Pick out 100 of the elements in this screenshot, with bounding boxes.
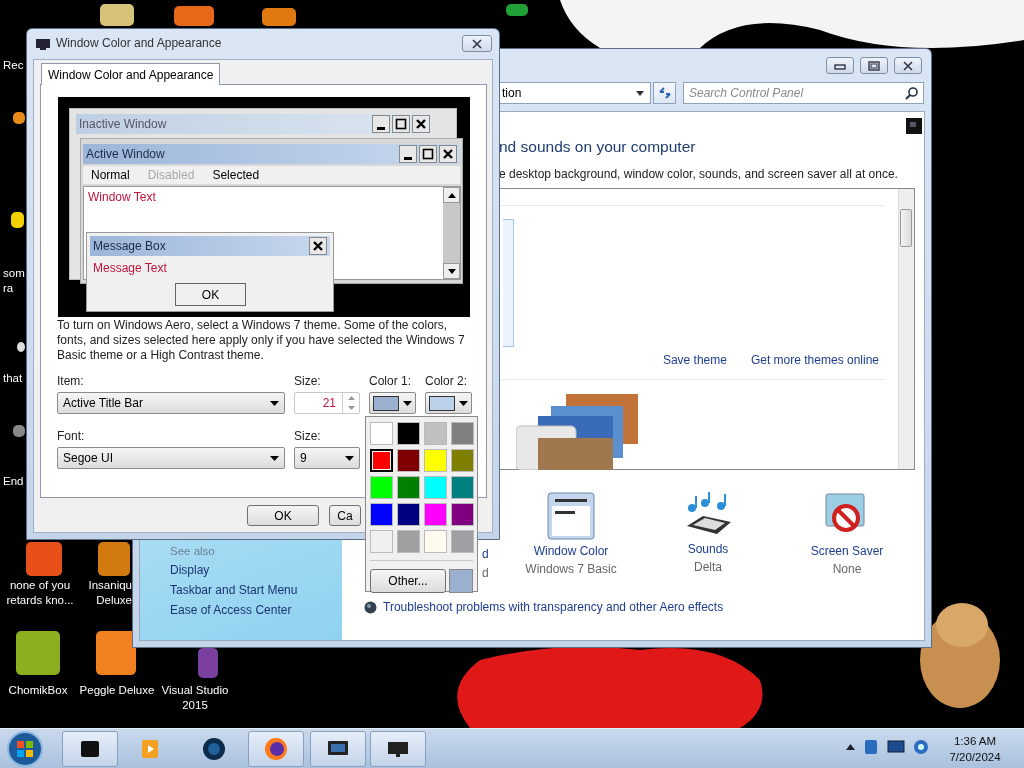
menu-item[interactable]: Normal xyxy=(91,168,130,182)
desktop-icon-label[interactable]: Rec xyxy=(3,58,24,73)
color-swatch[interactable] xyxy=(424,530,447,553)
theme-link[interactable]: Get more themes online xyxy=(750,353,879,367)
color-swatch[interactable] xyxy=(397,422,420,445)
scrollbar[interactable] xyxy=(898,189,914,469)
desktop-icon-label[interactable]: End xyxy=(3,474,24,489)
restore-button[interactable] xyxy=(860,57,888,74)
color-swatch[interactable] xyxy=(397,503,420,526)
color-swatch[interactable] xyxy=(370,449,393,472)
setting-link[interactable]: d xyxy=(482,547,489,561)
close-button[interactable] xyxy=(309,237,327,255)
color-swatch[interactable] xyxy=(424,476,447,499)
maximize-icon xyxy=(393,116,409,132)
app-icon[interactable] xyxy=(11,212,24,228)
color-swatch[interactable] xyxy=(451,530,474,553)
side-link[interactable]: Ease of Access Center xyxy=(170,603,298,617)
color-swatch[interactable] xyxy=(370,530,393,553)
ok-button[interactable]: OK xyxy=(175,283,246,306)
color-label: Color 1: xyxy=(369,373,413,390)
color-swatch[interactable] xyxy=(397,449,420,472)
app-icon xyxy=(202,737,226,761)
menu-item[interactable]: Selected xyxy=(212,168,260,182)
search-icon[interactable] xyxy=(905,86,919,100)
desktop-icon-label[interactable]: Peggle Deluxe xyxy=(77,683,157,698)
app-icon[interactable] xyxy=(17,342,25,352)
troubleshoot-link[interactable]: Troubleshoot problems with transparency and other Aero effects xyxy=(383,600,724,614)
color-swatch[interactable] xyxy=(370,422,393,445)
close-icon xyxy=(902,60,914,71)
close-button[interactable] xyxy=(439,145,457,163)
other-colors-button[interactable]: Other... xyxy=(370,569,446,593)
color-picker-button[interactable] xyxy=(369,392,416,414)
item-dropdown[interactable]: Active Title Bar xyxy=(57,392,285,414)
setting-link[interactable]: Window Color xyxy=(533,544,609,558)
caret-icon xyxy=(270,400,279,406)
maximize-button[interactable] xyxy=(392,115,410,133)
close-button[interactable] xyxy=(462,35,492,52)
minimize-button[interactable] xyxy=(399,145,417,163)
app-icon[interactable] xyxy=(13,425,25,437)
app-icon[interactable] xyxy=(13,112,25,124)
dialog-button[interactable]: Ca xyxy=(329,505,361,526)
desktop-icon-label[interactable]: Visual Studio 2015 xyxy=(155,683,235,713)
color-swatch[interactable] xyxy=(397,476,420,499)
color-swatch[interactable] xyxy=(451,422,474,445)
setting-link[interactable]: Screen Saver xyxy=(810,544,884,558)
clock-time[interactable]: 1:36 AM xyxy=(953,733,997,749)
description-text: To turn on Windows Aero, select a Windows 7 theme. Some of the colors, fonts, and sizes selected here apply only if you have selected the Windows 7 Basic theme or a High Contrast theme. xyxy=(57,318,466,363)
color-swatch[interactable] xyxy=(397,530,420,553)
see-also-heading: See also xyxy=(170,545,216,557)
size-dropdown[interactable]: 9 xyxy=(294,447,360,469)
close-icon xyxy=(471,38,483,49)
side-link[interactable]: Taskbar and Start Menu xyxy=(170,583,298,597)
color-swatch[interactable] xyxy=(424,422,447,445)
color-swatch[interactable] xyxy=(451,449,474,472)
search-field[interactable]: Search Control Panel xyxy=(683,82,924,104)
font-dropdown[interactable]: Segoe UI xyxy=(57,447,285,469)
network-icon[interactable] xyxy=(913,739,929,755)
color-swatch[interactable] xyxy=(424,503,447,526)
app-icon[interactable] xyxy=(100,4,134,26)
close-button[interactable] xyxy=(412,115,430,133)
desktop-icon-label[interactable]: none of you retards kno... xyxy=(0,578,80,608)
desktop-icon-label[interactable]: som ra xyxy=(3,266,25,296)
setting-value: d xyxy=(482,566,489,580)
taskbar-button[interactable] xyxy=(248,731,304,767)
app-icon[interactable] xyxy=(262,8,296,26)
dark-square-icon[interactable] xyxy=(906,118,922,134)
taskbar-button[interactable] xyxy=(62,731,118,767)
tray-icon[interactable] xyxy=(863,739,879,755)
monitor-icon[interactable] xyxy=(887,740,905,754)
taskbar-button[interactable] xyxy=(310,731,366,767)
minimize-button[interactable] xyxy=(372,115,390,133)
taskbar-button[interactable] xyxy=(370,731,426,767)
dialog-button[interactable]: OK xyxy=(247,505,319,526)
side-link[interactable]: Display xyxy=(170,563,298,577)
maximize-button[interactable] xyxy=(419,145,437,163)
refresh-button[interactable] xyxy=(653,82,676,104)
color-swatch[interactable] xyxy=(424,449,447,472)
desktop-icon-label[interactable]: that xyxy=(3,371,23,386)
dropdown-arrow-icon xyxy=(636,90,644,96)
color-picker-button[interactable] xyxy=(425,392,472,414)
theme-link[interactable]: Save theme xyxy=(662,353,727,367)
color-swatch[interactable] xyxy=(370,503,393,526)
scrollbar[interactable] xyxy=(443,187,460,279)
color-swatch[interactable] xyxy=(451,503,474,526)
color-swatch[interactable] xyxy=(451,476,474,499)
clock-date[interactable]: 7/20/2024 xyxy=(949,749,1001,765)
color-swatch[interactable] xyxy=(370,476,393,499)
close-button[interactable] xyxy=(894,57,922,74)
size-spinner[interactable]: 21 xyxy=(294,392,360,414)
setting-link[interactable]: Sounds xyxy=(687,542,729,556)
up-arrow-icon[interactable] xyxy=(846,744,855,750)
setting-value: Windows 7 Basic xyxy=(525,562,617,576)
tab[interactable]: Window Color and Appearance xyxy=(41,63,221,85)
desktop-icon-label[interactable]: ChomikBox xyxy=(0,683,76,698)
page-subtitle: e desktop background, window color, sounds, and screen saver all at once. xyxy=(499,167,898,181)
desktop-icon-label[interactable]: Insaniqu Deluxe xyxy=(80,578,132,608)
start-button[interactable] xyxy=(6,730,44,768)
down-arrow-icon xyxy=(447,268,456,274)
app-icon[interactable] xyxy=(506,4,528,16)
minimize-icon xyxy=(404,156,412,160)
